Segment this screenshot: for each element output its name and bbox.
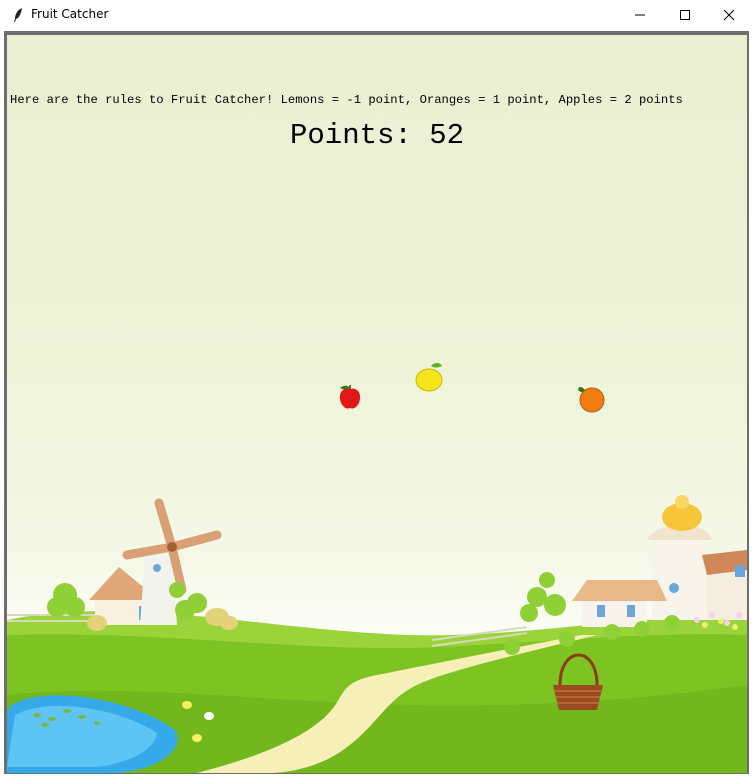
- points-label: Points: 52: [289, 119, 465, 152]
- minimize-button[interactable]: [617, 0, 663, 30]
- orange-icon: [578, 386, 605, 413]
- window-title: Fruit Catcher: [31, 7, 109, 21]
- title-bar: Fruit Catcher: [0, 0, 754, 30]
- game-canvas[interactable]: Here are the rules to Fruit Catcher! Lem…: [7, 35, 747, 773]
- feather-icon: [12, 7, 24, 23]
- maximize-button[interactable]: [662, 0, 708, 30]
- lemon-icon: [415, 362, 443, 392]
- maximize-icon: [680, 10, 690, 20]
- minimize-icon: [635, 14, 645, 16]
- rules-text: Here are the rules to Fruit Catcher! Lem…: [10, 93, 683, 107]
- apple-icon: [339, 385, 361, 409]
- close-button[interactable]: [706, 0, 752, 30]
- close-icon: [723, 9, 735, 21]
